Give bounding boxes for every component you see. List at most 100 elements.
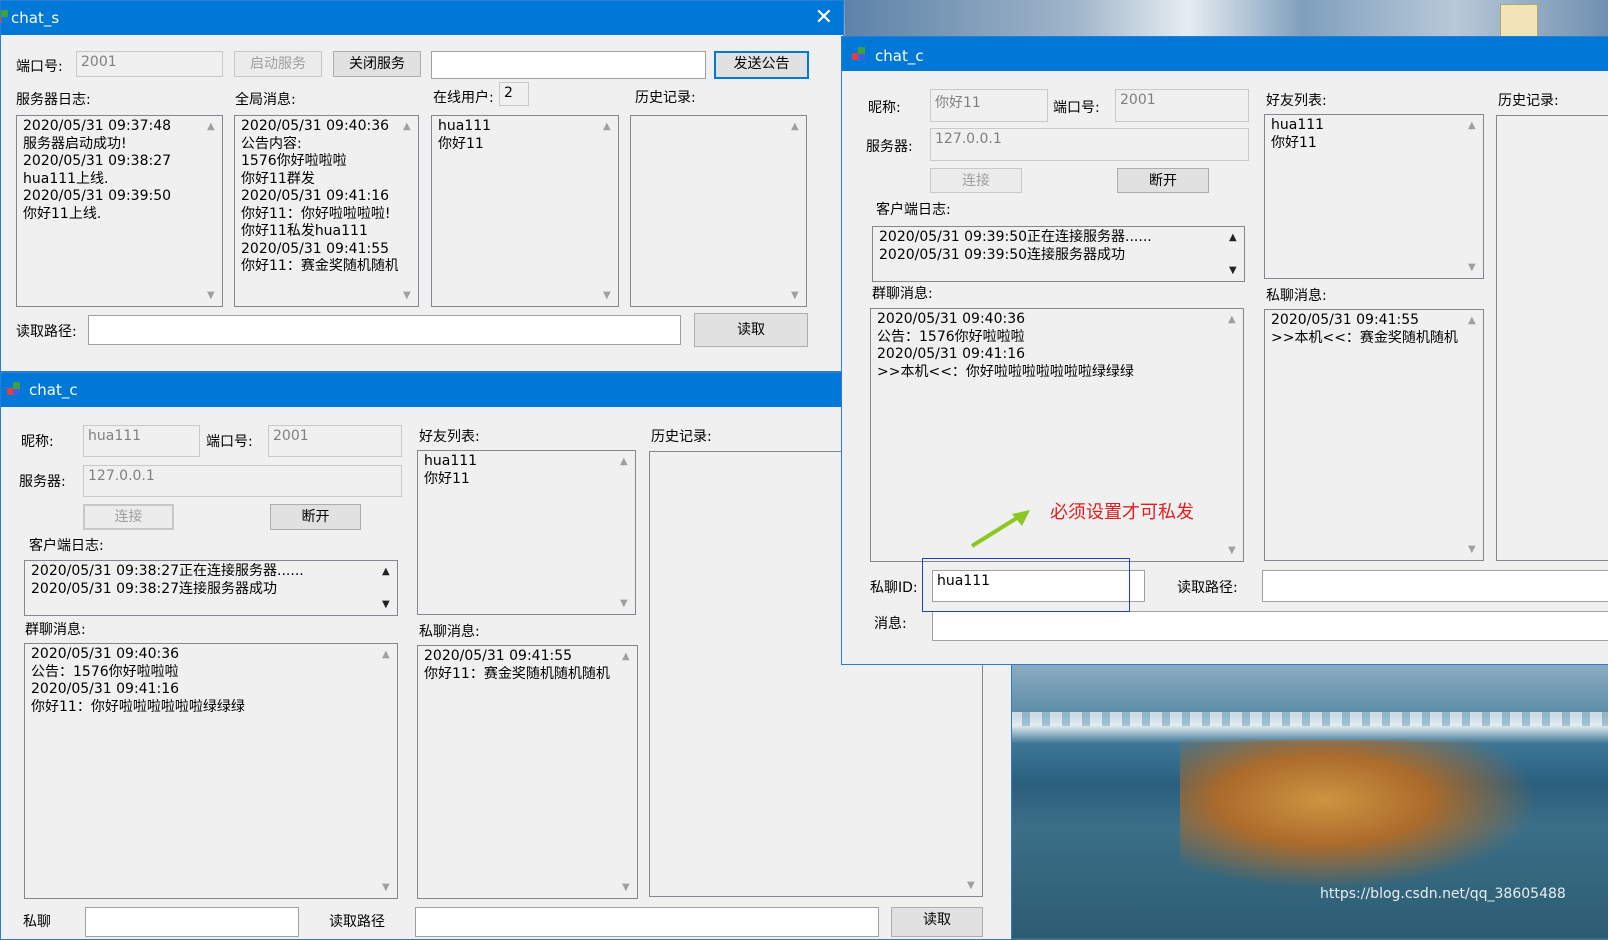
list-item[interactable]: 你好11 — [1271, 135, 1463, 153]
list-item[interactable]: hua111 — [1271, 117, 1463, 135]
nick-field[interactable]: hua111 — [83, 425, 200, 457]
read-path-label: 读取路径 — [329, 914, 385, 930]
connect-button[interactable]: 连接 — [930, 168, 1022, 193]
server-field[interactable]: 127.0.0.1 — [83, 465, 402, 497]
list-item[interactable]: >>本机<<：赛金奖随机随机 — [1271, 330, 1463, 348]
list-item[interactable]: 2020/05/31 09:41:55 — [424, 648, 617, 666]
online-users-label: 在线用户: — [433, 90, 494, 106]
client-log-list[interactable]: 2020/05/31 09:38:27正在连接服务器...... 2020/05/… — [24, 560, 398, 616]
list-item[interactable]: 你好11群发 — [241, 171, 398, 189]
annotation-text: 必须设置才可私发 — [1050, 502, 1194, 523]
list-item[interactable]: 2020/05/31 09:41:55 — [1271, 312, 1463, 330]
announce-input[interactable] — [431, 51, 706, 79]
private-msg-list[interactable]: 2020/05/31 09:41:55 >>本机<<：赛金奖随机随机 ▲ ▼ — [1264, 309, 1484, 561]
list-item[interactable]: 你好11：你好啦啦啦啦啦啦绿绿绿 — [31, 699, 377, 717]
list-item[interactable]: 2020/05/31 09:39:50正在连接服务器...... — [879, 229, 1224, 247]
connect-button[interactable]: 连接 — [83, 504, 174, 530]
send-announce-button[interactable]: 发送公告 — [714, 51, 809, 79]
list-item[interactable]: 2020/05/31 09:40:36 — [241, 118, 398, 136]
disconnect-button[interactable]: 断开 — [270, 504, 361, 530]
list-item[interactable]: 2020/05/31 09:39:50连接服务器成功 — [879, 247, 1224, 265]
list-item[interactable]: 你好11 — [424, 471, 615, 489]
port-field[interactable]: 2001 — [76, 51, 223, 77]
list-item[interactable]: 公告：1576你好啦啦啦 — [877, 329, 1223, 347]
list-item[interactable]: 2020/05/31 09:38:27连接服务器成功 — [31, 581, 377, 599]
history-label: 历史记录: — [651, 429, 712, 445]
read-button[interactable]: 读取 — [694, 313, 808, 347]
nick-label: 昵称: — [21, 434, 54, 450]
list-item[interactable]: 2020/05/31 09:40:36 — [31, 646, 377, 664]
list-item[interactable]: 2020/05/31 09:38:27 — [23, 153, 202, 171]
list-item[interactable]: hua111 — [424, 453, 615, 471]
list-item[interactable]: 服务器启动成功! — [23, 136, 202, 154]
list-item[interactable]: 2020/05/31 09:40:36 — [877, 311, 1223, 329]
group-msg-label: 群聊消息: — [25, 622, 86, 638]
read-path-field[interactable] — [415, 907, 879, 937]
message-field[interactable] — [932, 611, 1608, 641]
client-b-titlebar[interactable]: chat_c — [842, 37, 1608, 71]
highlight-box — [922, 558, 1130, 612]
server-titlebar[interactable]: chat_s ✕ — [1, 1, 843, 35]
history-list[interactable] — [1496, 115, 1608, 561]
server-log-label: 服务器日志: — [16, 92, 91, 108]
list-item[interactable]: 公告：1576你好啦啦啦 — [31, 664, 377, 682]
server-label: 服务器: — [19, 474, 66, 490]
list-item[interactable]: 公告内容: — [241, 136, 398, 154]
read-button[interactable]: 读取 — [891, 907, 983, 937]
history-label: 历史记录: — [1498, 93, 1559, 109]
port-field[interactable]: 2001 — [1115, 89, 1249, 122]
list-item[interactable]: 你好11上线. — [23, 206, 202, 224]
list-item[interactable]: hua111上线. — [23, 171, 202, 189]
port-label: 端口号: — [16, 59, 63, 75]
list-item[interactable]: >>本机<<：你好啦啦啦啦啦啦啦绿绿绿 — [877, 364, 1223, 382]
nick-label: 昵称: — [868, 100, 901, 116]
app-icon — [852, 47, 865, 60]
app-icon — [1, 10, 8, 23]
history-list[interactable]: ▲▼ — [630, 115, 807, 307]
server-field[interactable]: 127.0.0.1 — [930, 128, 1249, 161]
stop-service-button[interactable]: 关闭服务 — [333, 51, 421, 77]
list-item[interactable]: 你好11：赛金奖随机随机 — [241, 258, 398, 276]
list-item[interactable]: 1576你好啦啦啦 — [241, 153, 398, 171]
friends-list[interactable]: hua111 你好11 ▲ ▼ — [1264, 114, 1484, 279]
list-item[interactable]: 你好11 — [438, 136, 598, 154]
watermark: https://blog.csdn.net/qq_38605488 — [1320, 886, 1566, 902]
server-label: 服务器: — [866, 139, 913, 155]
list-item[interactable]: 2020/05/31 09:41:16 — [877, 346, 1223, 364]
list-item[interactable]: 2020/05/31 09:38:27正在连接服务器...... — [31, 563, 377, 581]
list-item[interactable]: 你好11：你好啦啦啦啦! — [241, 206, 398, 224]
list-item[interactable]: 2020/05/31 09:41:16 — [31, 681, 377, 699]
read-path-field[interactable] — [88, 315, 681, 345]
private-msg-list[interactable]: 2020/05/31 09:41:55 你好11：赛金奖随机随机随机 ▲ ▼ — [417, 645, 638, 899]
disconnect-button[interactable]: 断开 — [1117, 168, 1209, 193]
read-path-label: 读取路径: — [16, 324, 77, 340]
friends-list[interactable]: hua111 你好11 ▲ ▼ — [417, 450, 636, 615]
client-log-label: 客户端日志: — [876, 202, 951, 218]
private-msg-label: 私聊消息: — [419, 624, 480, 640]
list-item[interactable]: 你好11：赛金奖随机随机随机 — [424, 666, 617, 684]
annotation-arrow — [970, 510, 1030, 548]
list-item[interactable]: hua111 — [438, 118, 598, 136]
list-item[interactable]: 2020/05/31 09:41:55 — [241, 241, 398, 259]
global-msg-list[interactable]: 2020/05/31 09:40:36 公告内容: 1576你好啦啦啦 你好11群发 2… — [234, 115, 419, 307]
list-item[interactable]: 2020/05/31 09:39:50 — [23, 188, 202, 206]
desktop-folder-icon[interactable] — [1500, 4, 1538, 38]
list-item[interactable]: 你好11私发hua111 — [241, 223, 398, 241]
read-path-field[interactable] — [1262, 570, 1608, 602]
list-item[interactable]: 2020/05/31 09:41:16 — [241, 188, 398, 206]
client-log-label: 客户端日志: — [29, 538, 104, 554]
client-log-list[interactable]: 2020/05/31 09:39:50正在连接服务器...... 2020/05/… — [872, 226, 1245, 282]
port-field[interactable]: 2001 — [268, 425, 402, 457]
close-icon[interactable]: ✕ — [815, 5, 833, 30]
list-item[interactable]: 2020/05/31 09:37:48 — [23, 118, 202, 136]
server-log-list[interactable]: 2020/05/31 09:37:48 服务器启动成功! 2020/05/31 09… — [16, 115, 223, 307]
online-users-list[interactable]: hua111 你好11 ▲ ▼ — [431, 115, 619, 307]
online-count-field: 2 — [499, 82, 529, 106]
port-label: 端口号: — [206, 434, 253, 450]
group-msg-list[interactable]: 2020/05/31 09:40:36 公告：1576你好啦啦啦 2020/05/3… — [24, 643, 398, 899]
app-icon — [7, 382, 20, 395]
nick-field[interactable]: 你好11 — [930, 89, 1048, 122]
start-service-button[interactable]: 启动服务 — [234, 51, 322, 77]
private-id-field[interactable] — [85, 907, 299, 937]
private-id-label: 私聊 — [23, 914, 51, 930]
